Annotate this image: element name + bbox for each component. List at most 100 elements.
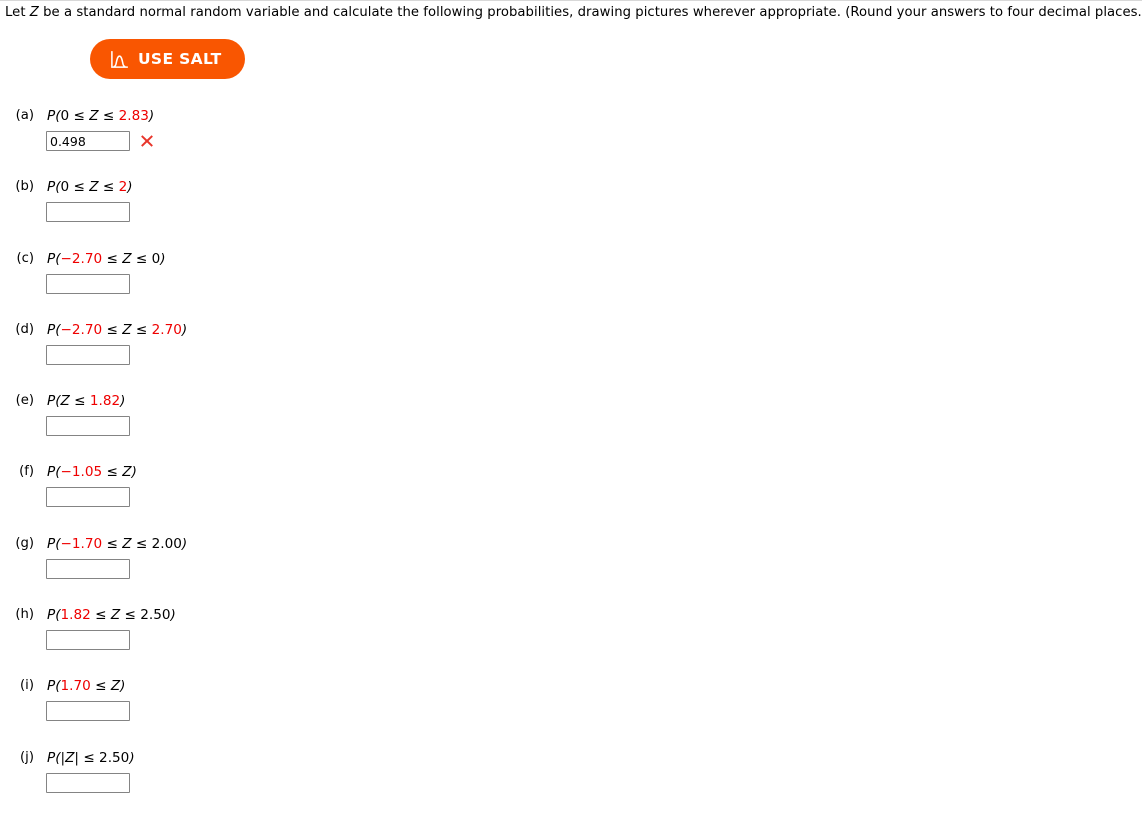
expression-segment: ≤: [131, 535, 152, 552]
question-item-label: (g): [15, 535, 34, 551]
salt-button-container: USE SALT: [90, 39, 245, 79]
expression-segment: ): [160, 250, 166, 267]
expression-segment: ): [170, 607, 176, 624]
question-item: (h) P(1.82 ≤ Z ≤ 2.50): [0, 604, 1142, 675]
expression-segment: 2: [118, 179, 128, 196]
answer-row: [46, 131, 154, 151]
expression-segment: ≤: [90, 607, 111, 624]
expression-segment: ≤: [69, 179, 90, 196]
probability-questions-list: (a)P(0 ≤ Z ≤ 2.83)(b)P(0 ≤ Z ≤ 2)(c)P(−2…: [0, 105, 1142, 818]
expression-segment: 2.70: [151, 321, 182, 338]
question-prompt: Let Z be a standard normal random variab…: [5, 4, 1142, 21]
expression-segment: ≤: [131, 250, 152, 267]
question-item-label: (h): [15, 607, 34, 623]
expression-segment: ): [131, 464, 137, 481]
expression-segment: −1.70: [60, 535, 103, 552]
probability-expression: P(Z ≤ 1.82): [47, 393, 125, 409]
expression-segment: Z: [122, 250, 132, 267]
expression-segment: P(: [47, 607, 61, 624]
incorrect-answer-icon: [141, 135, 153, 147]
answer-input[interactable]: [46, 701, 130, 722]
prompt-variable: Z: [29, 5, 39, 20]
answer-input[interactable]: [46, 344, 130, 365]
answer-row: [46, 558, 130, 579]
probability-expression: P(|Z| ≤ 2.50): [47, 750, 135, 766]
question-item: (i) P(1.70 ≤ Z): [0, 675, 1142, 746]
expression-segment: Z: [122, 464, 132, 481]
probability-expression: P(−1.05 ≤ Z): [47, 464, 137, 480]
probability-expression: P(1.82 ≤ Z ≤ 2.50): [47, 607, 176, 623]
question-item-label: (j): [20, 749, 34, 765]
question-item: (c) P(−2.70 ≤ Z ≤ 0): [0, 248, 1142, 319]
answer-row: [46, 202, 130, 223]
expression-segment: −2.70: [60, 321, 103, 338]
expression-segment: ≤: [102, 464, 123, 481]
expression-segment: ≤: [131, 321, 152, 338]
question-item: (f) P(−1.05 ≤ Z): [0, 461, 1142, 532]
answer-input[interactable]: [46, 487, 130, 508]
prompt-text-after: be a standard normal random variable and…: [38, 5, 1142, 20]
question-item: (g) P(−1.70 ≤ Z ≤ 2.00): [0, 533, 1142, 604]
probability-expression: P(−1.70 ≤ Z ≤ 2.00): [47, 536, 187, 552]
answer-row: [46, 630, 130, 651]
question-item-label: (f): [19, 464, 34, 480]
answer-row: [46, 487, 130, 508]
use-salt-label: USE SALT: [138, 50, 222, 68]
expression-segment: −2.70: [60, 250, 103, 267]
expression-segment: Z: [89, 108, 99, 124]
question-item: (a) P(0 ≤ Z ≤ 2.83): [0, 105, 1142, 176]
answer-input[interactable]: [46, 202, 130, 223]
question-item-label: (c): [16, 250, 34, 266]
question-item-label: (e): [15, 393, 34, 409]
expression-segment: 0: [151, 250, 161, 267]
prompt-text-before: Let: [5, 5, 30, 20]
answer-input[interactable]: [46, 772, 130, 793]
expression-segment: Z: [122, 535, 132, 552]
expression-segment: P(|: [47, 749, 66, 766]
question-item: (j) P(|Z| ≤ 2.50): [0, 747, 1142, 818]
expression-segment: 1.82: [60, 607, 91, 624]
question-item: (e) P(Z ≤ 1.82): [0, 390, 1142, 461]
answer-input[interactable]: [46, 131, 130, 151]
answer-row: [46, 344, 130, 365]
expression-segment: P(: [47, 250, 61, 267]
expression-segment: ≤: [102, 321, 123, 338]
expression-segment: ): [129, 749, 135, 766]
answer-row: [46, 273, 130, 294]
expression-segment: 2.83: [118, 108, 149, 124]
expression-segment: 0: [60, 108, 70, 124]
expression-segment: P(: [47, 464, 61, 481]
expression-segment: ≤: [69, 108, 90, 124]
answer-row: [46, 416, 130, 437]
question-item-label: (b): [15, 179, 34, 195]
expression-segment: P(: [47, 108, 61, 124]
answer-row: [46, 772, 130, 793]
expression-segment: Z: [110, 678, 121, 695]
use-salt-button[interactable]: USE SALT: [90, 39, 245, 79]
expression-segment: ): [127, 179, 133, 196]
expression-segment: P(: [47, 393, 61, 410]
expression-segment: ≤: [69, 393, 90, 410]
probability-expression: P(0 ≤ Z ≤ 2): [47, 179, 133, 195]
answer-input[interactable]: [46, 558, 130, 579]
answer-input[interactable]: [46, 273, 130, 294]
expression-segment: ): [181, 535, 188, 552]
expression-segment: P(: [47, 321, 61, 338]
normal-curve-icon: [110, 50, 129, 69]
expression-segment: | ≤: [74, 749, 100, 766]
expression-segment: 2.50: [99, 749, 130, 766]
answer-input[interactable]: [46, 416, 130, 437]
expression-segment: 1.82: [89, 393, 121, 410]
expression-segment: −1.05: [60, 464, 103, 481]
question-item-label: (i): [20, 678, 34, 694]
expression-segment: P(: [47, 179, 61, 196]
expression-segment: ≤: [120, 607, 141, 624]
answer-input[interactable]: [46, 630, 130, 651]
expression-segment: ≤: [98, 108, 119, 124]
expression-segment: Z: [89, 179, 99, 196]
expression-segment: ): [148, 108, 155, 124]
expression-segment: P(: [47, 678, 61, 695]
question-item: (d) P(−2.70 ≤ Z ≤ 2.70): [0, 319, 1142, 390]
expression-segment: ≤: [98, 179, 119, 196]
question-item-label: (d): [15, 321, 34, 337]
